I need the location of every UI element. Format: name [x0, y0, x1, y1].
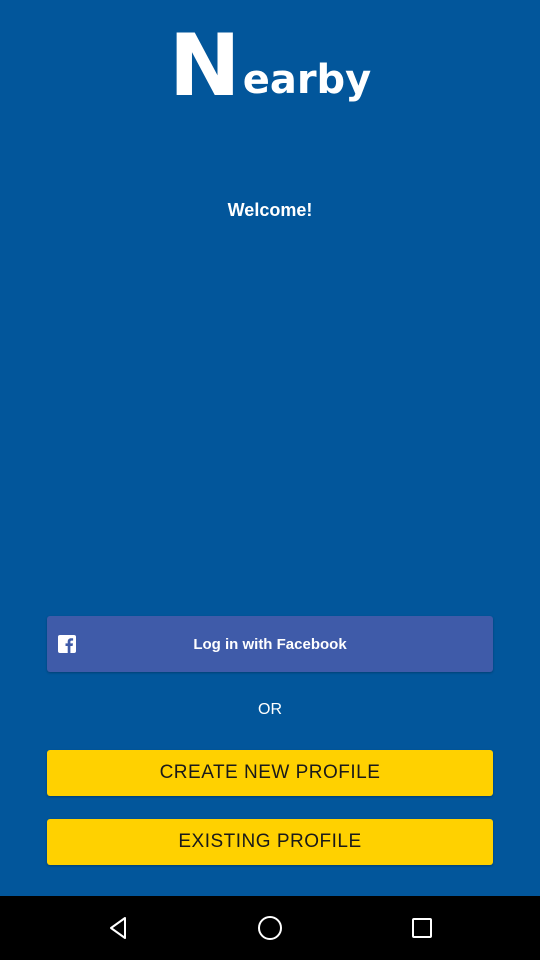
existing-profile-button[interactable]: EXISTING PROFILE	[47, 819, 493, 865]
or-divider: OR	[258, 701, 282, 718]
existing-profile-label: EXISTING PROFILE	[178, 831, 362, 852]
welcome-heading: Welcome!	[227, 200, 313, 220]
create-new-profile-label: CREATE NEW PROFILE	[159, 762, 381, 783]
logo-letter: N	[168, 16, 241, 116]
logo-text: earby	[242, 57, 372, 103]
app-logo: N earby	[0, 16, 540, 116]
recent-apps-icon[interactable]	[406, 912, 438, 944]
facebook-icon	[58, 635, 76, 653]
facebook-login-button[interactable]: Log in with Facebook	[47, 616, 493, 672]
create-new-profile-button[interactable]: CREATE NEW PROFILE	[47, 750, 493, 796]
home-icon[interactable]	[254, 912, 286, 944]
facebook-login-label: Log in with Facebook	[193, 635, 347, 653]
system-nav-bar	[0, 896, 540, 960]
back-icon[interactable]	[102, 912, 134, 944]
